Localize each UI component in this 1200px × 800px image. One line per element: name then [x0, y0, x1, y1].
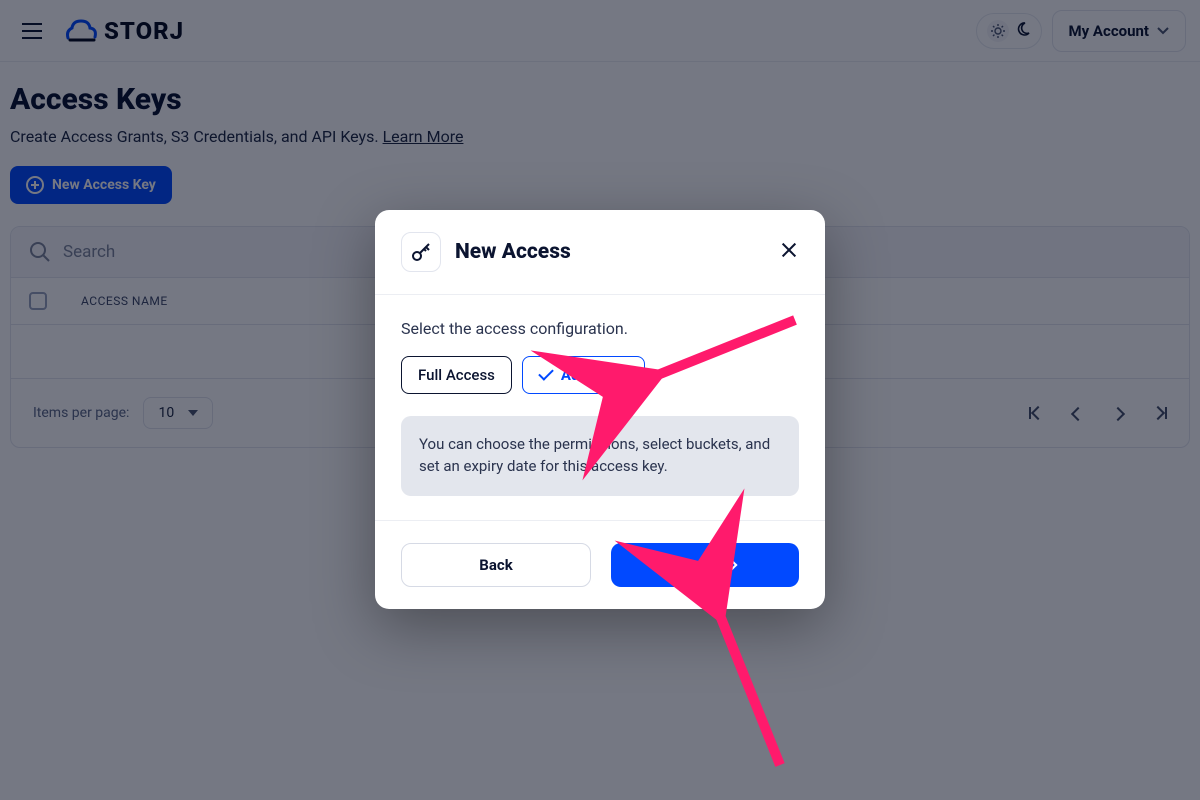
new-access-modal: New Access Select the access configurati… [375, 210, 825, 609]
key-icon [401, 232, 441, 272]
option-full-access[interactable]: Full Access [401, 356, 512, 394]
back-button[interactable]: Back [401, 543, 591, 587]
close-icon [779, 240, 799, 260]
modal-instruction: Select the access configuration. [401, 319, 799, 338]
modal-title: New Access [455, 240, 571, 264]
option-advanced[interactable]: Advanced [522, 356, 645, 394]
next-button[interactable]: Next [611, 543, 799, 587]
modal-close-button[interactable] [779, 240, 799, 264]
check-icon [538, 365, 554, 381]
advanced-info-box: You can choose the permissions, select b… [401, 416, 799, 496]
